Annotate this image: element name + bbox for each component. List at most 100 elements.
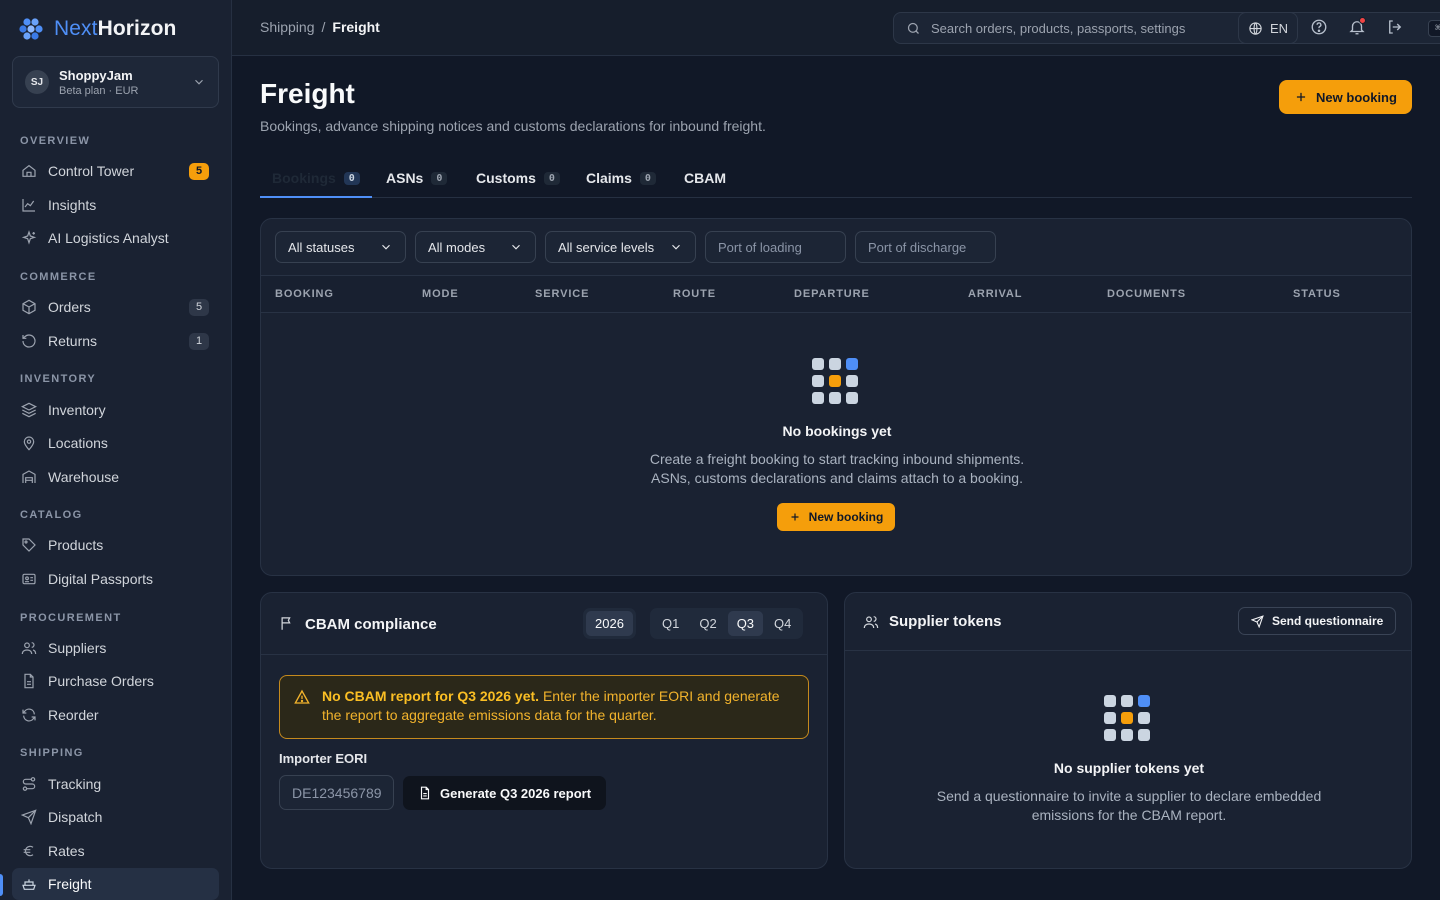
alert-triangle-icon	[294, 689, 310, 705]
line-chart-icon	[20, 196, 38, 214]
active-indicator	[0, 874, 3, 896]
brand-logo[interactable]: NextHorizon	[18, 16, 176, 42]
mode-filter[interactable]: All modes	[415, 231, 536, 263]
sidebar-item-label: Digital Passports	[48, 571, 154, 587]
layers-icon	[20, 401, 38, 419]
sidebar-item-rates[interactable]: Rates	[12, 835, 219, 867]
empty-state-title: No bookings yet	[782, 423, 892, 439]
empty-state-icon	[1104, 695, 1150, 741]
sidebar-item-dispatch[interactable]: Dispatch	[12, 801, 219, 833]
card-header: CBAM compliance 2026 Q1 Q2 Q3 Q4	[261, 593, 827, 655]
generate-report-button[interactable]: Generate Q3 2026 report	[403, 776, 607, 810]
column-header[interactable]: STATUS	[1293, 288, 1341, 300]
tab-asns[interactable]: ASNs 0	[386, 158, 448, 198]
sidebar-item-label: AI Logistics Analyst	[48, 230, 169, 246]
users-icon	[863, 614, 879, 630]
column-header[interactable]: BOOKING	[275, 288, 334, 300]
notification-dot	[1359, 17, 1366, 24]
section-commerce: COMMERCE	[20, 271, 97, 283]
quarter-option-q3[interactable]: Q3	[727, 611, 764, 636]
sidebar-item-suppliers[interactable]: Suppliers	[12, 632, 219, 664]
year-option[interactable]: 2026	[586, 611, 633, 636]
supplier-tokens-card: Supplier tokens Send questionnaire No su…	[844, 592, 1412, 869]
port-of-loading-input[interactable]: Port of loading	[705, 231, 846, 263]
tab-claims[interactable]: Claims 0	[586, 158, 656, 198]
quarter-option-q4[interactable]: Q4	[765, 611, 800, 636]
button-label: New booking	[1316, 89, 1397, 105]
brand-name: NextHorizon	[54, 17, 177, 40]
sidebar-item-label: Products	[48, 537, 104, 553]
column-header[interactable]: ROUTE	[673, 288, 716, 300]
sidebar-item-control-tower[interactable]: Control Tower 5	[12, 155, 219, 187]
sidebar-item-purchase-orders[interactable]: Purchase Orders	[12, 665, 219, 697]
sidebar-item-label: Warehouse	[48, 469, 120, 485]
sidebar-item-digital-passports[interactable]: Digital Passports	[12, 563, 219, 595]
workspace-plan: Beta plan · EUR	[59, 84, 139, 97]
sidebar-item-insights[interactable]: Insights	[12, 189, 219, 221]
workspace-switcher[interactable]: SJ ShoppyJam Beta plan · EUR	[12, 56, 219, 108]
plus-icon	[789, 511, 801, 523]
euro-icon	[20, 842, 38, 860]
sidebar-item-label: Rates	[48, 843, 85, 859]
sidebar-item-label: Inventory	[48, 402, 106, 418]
route-icon	[20, 775, 38, 793]
chevron-down-icon	[669, 240, 683, 254]
column-header[interactable]: DOCUMENTS	[1107, 288, 1186, 300]
warehouse-icon	[20, 468, 38, 486]
bookings-card: All statuses All modes All service level…	[260, 218, 1412, 576]
quarter-option-q1[interactable]: Q1	[653, 611, 688, 636]
search-shortcut: ⌘K	[1427, 19, 1440, 37]
sidebar-item-label: Insights	[48, 197, 97, 213]
sidebar-item-returns[interactable]: Returns 1	[12, 325, 219, 357]
page-title: Freight	[260, 78, 355, 109]
empty-state-icon	[812, 358, 858, 404]
service-level-filter[interactable]: All service levels	[545, 231, 696, 263]
help-icon[interactable]	[1310, 18, 1328, 36]
home-icon	[20, 162, 38, 180]
sidebar-item-label: Freight	[48, 876, 92, 892]
chevron-down-icon	[192, 75, 206, 89]
column-header[interactable]: DEPARTURE	[794, 288, 870, 300]
chevron-down-icon	[379, 240, 393, 254]
topbar: Shipping / Freight Search orders, produc…	[232, 0, 1440, 56]
plus-icon	[1294, 90, 1308, 104]
sidebar-item-freight[interactable]: Freight	[12, 868, 219, 900]
active-tab-underline	[260, 196, 372, 198]
sidebar-item-ai-analyst[interactable]: AI Logistics Analyst	[12, 222, 219, 254]
sidebar-item-label: Purchase Orders	[48, 673, 154, 689]
globe-icon	[1248, 21, 1263, 36]
send-questionnaire-button[interactable]: Send questionnaire	[1238, 607, 1397, 635]
port-of-discharge-input[interactable]: Port of discharge	[855, 231, 996, 263]
sidebar-item-reorder[interactable]: Reorder	[12, 699, 219, 731]
sidebar-item-orders[interactable]: Orders 5	[12, 291, 219, 323]
sidebar-item-warehouse[interactable]: Warehouse	[12, 461, 219, 493]
section-procurement: PROCUREMENT	[20, 612, 122, 624]
sidebar-item-inventory[interactable]: Inventory	[12, 394, 219, 426]
box-icon	[20, 298, 38, 316]
tab-customs[interactable]: Customs 0	[476, 158, 560, 198]
column-header[interactable]: ARRIVAL	[968, 288, 1022, 300]
sidebar-item-tracking[interactable]: Tracking	[12, 768, 219, 800]
hexagon-cluster-icon	[18, 16, 44, 42]
tab-bar: Bookings 0 ASNs 0 Customs 0 Claims 0 CBA…	[260, 158, 1412, 198]
breadcrumb-parent[interactable]: Shipping	[260, 19, 315, 35]
id-card-icon	[20, 570, 38, 588]
tab-cbam[interactable]: CBAM	[684, 158, 726, 198]
tab-label: Customs	[476, 170, 536, 186]
status-filter[interactable]: All statuses	[275, 231, 406, 263]
page-subtitle: Bookings, advance shipping notices and c…	[260, 118, 766, 134]
logout-icon[interactable]	[1386, 18, 1404, 36]
sidebar-item-products[interactable]: Products	[12, 529, 219, 561]
language-selector[interactable]: EN	[1238, 12, 1298, 44]
column-header[interactable]: MODE	[422, 288, 459, 300]
section-overview: OVERVIEW	[20, 135, 91, 147]
quarter-option-q2[interactable]: Q2	[690, 611, 725, 636]
new-booking-button[interactable]: New booking	[1279, 80, 1412, 114]
column-header[interactable]: SERVICE	[535, 288, 589, 300]
sidebar-item-locations[interactable]: Locations	[12, 427, 219, 459]
sidebar: NextHorizon SJ ShoppyJam Beta plan · EUR…	[0, 0, 232, 900]
sidebar-item-label: Returns	[48, 333, 98, 349]
empty-new-booking-button[interactable]: New booking	[777, 503, 895, 531]
eori-input[interactable]: DE123456789	[279, 775, 394, 810]
tab-bookings[interactable]: Bookings 0	[272, 158, 360, 198]
